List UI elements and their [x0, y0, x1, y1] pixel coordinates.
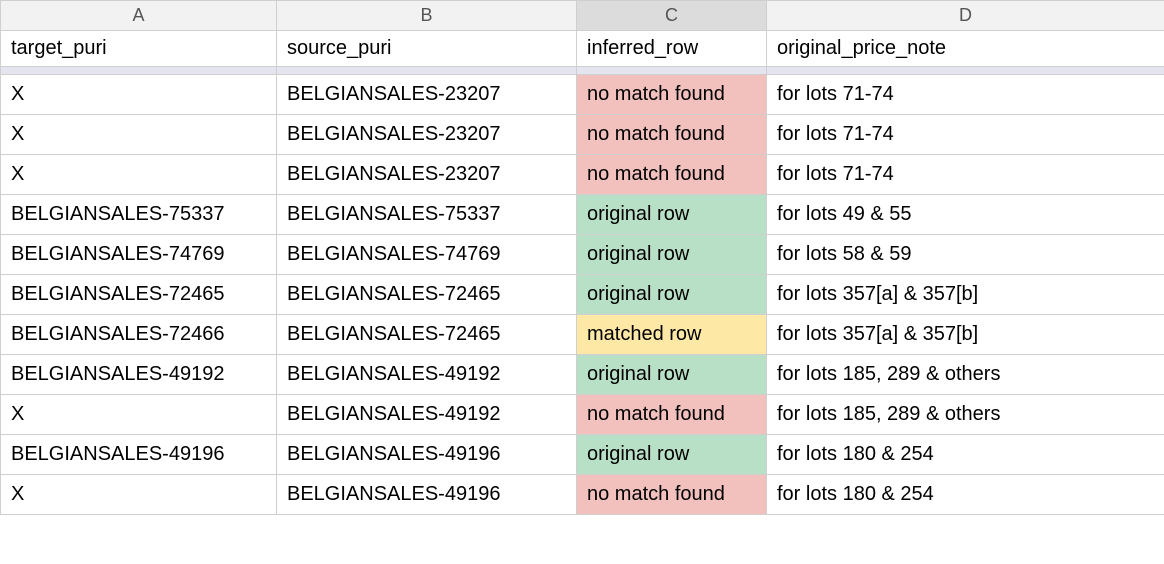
- cell-a[interactable]: BELGIANSALES-49192: [1, 355, 277, 395]
- table-row: BELGIANSALES-49196BELGIANSALES-49196orig…: [1, 435, 1164, 475]
- cell-c[interactable]: original row: [577, 195, 767, 235]
- header-cell-c[interactable]: inferred_row: [577, 31, 767, 67]
- column-header-a[interactable]: A: [1, 1, 277, 31]
- cell-a[interactable]: X: [1, 395, 277, 435]
- cell-b[interactable]: BELGIANSALES-74769: [277, 235, 577, 275]
- cell-d[interactable]: for lots 71-74: [767, 115, 1164, 155]
- header-cell-b[interactable]: source_puri: [277, 31, 577, 67]
- table-row: BELGIANSALES-72465BELGIANSALES-72465orig…: [1, 275, 1164, 315]
- cell-c[interactable]: no match found: [577, 395, 767, 435]
- cell-b[interactable]: BELGIANSALES-23207: [277, 115, 577, 155]
- cell-d[interactable]: for lots 357[a] & 357[b]: [767, 315, 1164, 355]
- cell-d[interactable]: for lots 180 & 254: [767, 435, 1164, 475]
- cell-b[interactable]: BELGIANSALES-72465: [277, 315, 577, 355]
- cell-a[interactable]: BELGIANSALES-74769: [1, 235, 277, 275]
- table-body: XBELGIANSALES-23207no match foundfor lot…: [1, 75, 1164, 515]
- cell-d[interactable]: for lots 71-74: [767, 75, 1164, 115]
- cell-a[interactable]: BELGIANSALES-49196: [1, 435, 277, 475]
- cell-a[interactable]: BELGIANSALES-75337: [1, 195, 277, 235]
- cell-c[interactable]: original row: [577, 435, 767, 475]
- column-header-b[interactable]: B: [277, 1, 577, 31]
- cell-a[interactable]: X: [1, 75, 277, 115]
- column-header-c[interactable]: C: [577, 1, 767, 31]
- column-letter-row: A B C D: [1, 1, 1164, 31]
- header-cell-d[interactable]: original_price_note: [767, 31, 1164, 67]
- cell-c[interactable]: no match found: [577, 115, 767, 155]
- cell-b[interactable]: BELGIANSALES-23207: [277, 155, 577, 195]
- cell-a[interactable]: BELGIANSALES-72466: [1, 315, 277, 355]
- cell-b[interactable]: BELGIANSALES-72465: [277, 275, 577, 315]
- freeze-bar: [1, 67, 1164, 75]
- table-row: BELGIANSALES-74769BELGIANSALES-74769orig…: [1, 235, 1164, 275]
- spreadsheet-table: A B C D target_puri source_puri inferred…: [0, 0, 1164, 515]
- cell-a[interactable]: X: [1, 475, 277, 515]
- table-row: BELGIANSALES-72466BELGIANSALES-72465matc…: [1, 315, 1164, 355]
- cell-c[interactable]: no match found: [577, 75, 767, 115]
- cell-d[interactable]: for lots 58 & 59: [767, 235, 1164, 275]
- cell-c[interactable]: no match found: [577, 155, 767, 195]
- cell-b[interactable]: BELGIANSALES-23207: [277, 75, 577, 115]
- table-row: XBELGIANSALES-23207no match foundfor lot…: [1, 155, 1164, 195]
- table-row: XBELGIANSALES-49192no match foundfor lot…: [1, 395, 1164, 435]
- cell-b[interactable]: BELGIANSALES-49192: [277, 395, 577, 435]
- table-row: BELGIANSALES-75337BELGIANSALES-75337orig…: [1, 195, 1164, 235]
- cell-c[interactable]: no match found: [577, 475, 767, 515]
- cell-d[interactable]: for lots 71-74: [767, 155, 1164, 195]
- cell-a[interactable]: X: [1, 115, 277, 155]
- table-row: XBELGIANSALES-23207no match foundfor lot…: [1, 75, 1164, 115]
- table-row: XBELGIANSALES-49196no match foundfor lot…: [1, 475, 1164, 515]
- cell-d[interactable]: for lots 185, 289 & others: [767, 355, 1164, 395]
- cell-c[interactable]: original row: [577, 355, 767, 395]
- header-cell-a[interactable]: target_puri: [1, 31, 277, 67]
- cell-c[interactable]: matched row: [577, 315, 767, 355]
- cell-b[interactable]: BELGIANSALES-75337: [277, 195, 577, 235]
- cell-a[interactable]: BELGIANSALES-72465: [1, 275, 277, 315]
- cell-c[interactable]: original row: [577, 235, 767, 275]
- column-header-d[interactable]: D: [767, 1, 1164, 31]
- cell-d[interactable]: for lots 49 & 55: [767, 195, 1164, 235]
- cell-c[interactable]: original row: [577, 275, 767, 315]
- cell-a[interactable]: X: [1, 155, 277, 195]
- cell-b[interactable]: BELGIANSALES-49196: [277, 435, 577, 475]
- cell-d[interactable]: for lots 357[a] & 357[b]: [767, 275, 1164, 315]
- cell-d[interactable]: for lots 180 & 254: [767, 475, 1164, 515]
- table-row: XBELGIANSALES-23207no match foundfor lot…: [1, 115, 1164, 155]
- cell-b[interactable]: BELGIANSALES-49196: [277, 475, 577, 515]
- table-row: BELGIANSALES-49192BELGIANSALES-49192orig…: [1, 355, 1164, 395]
- cell-b[interactable]: BELGIANSALES-49192: [277, 355, 577, 395]
- header-row: target_puri source_puri inferred_row ori…: [1, 31, 1164, 67]
- cell-d[interactable]: for lots 185, 289 & others: [767, 395, 1164, 435]
